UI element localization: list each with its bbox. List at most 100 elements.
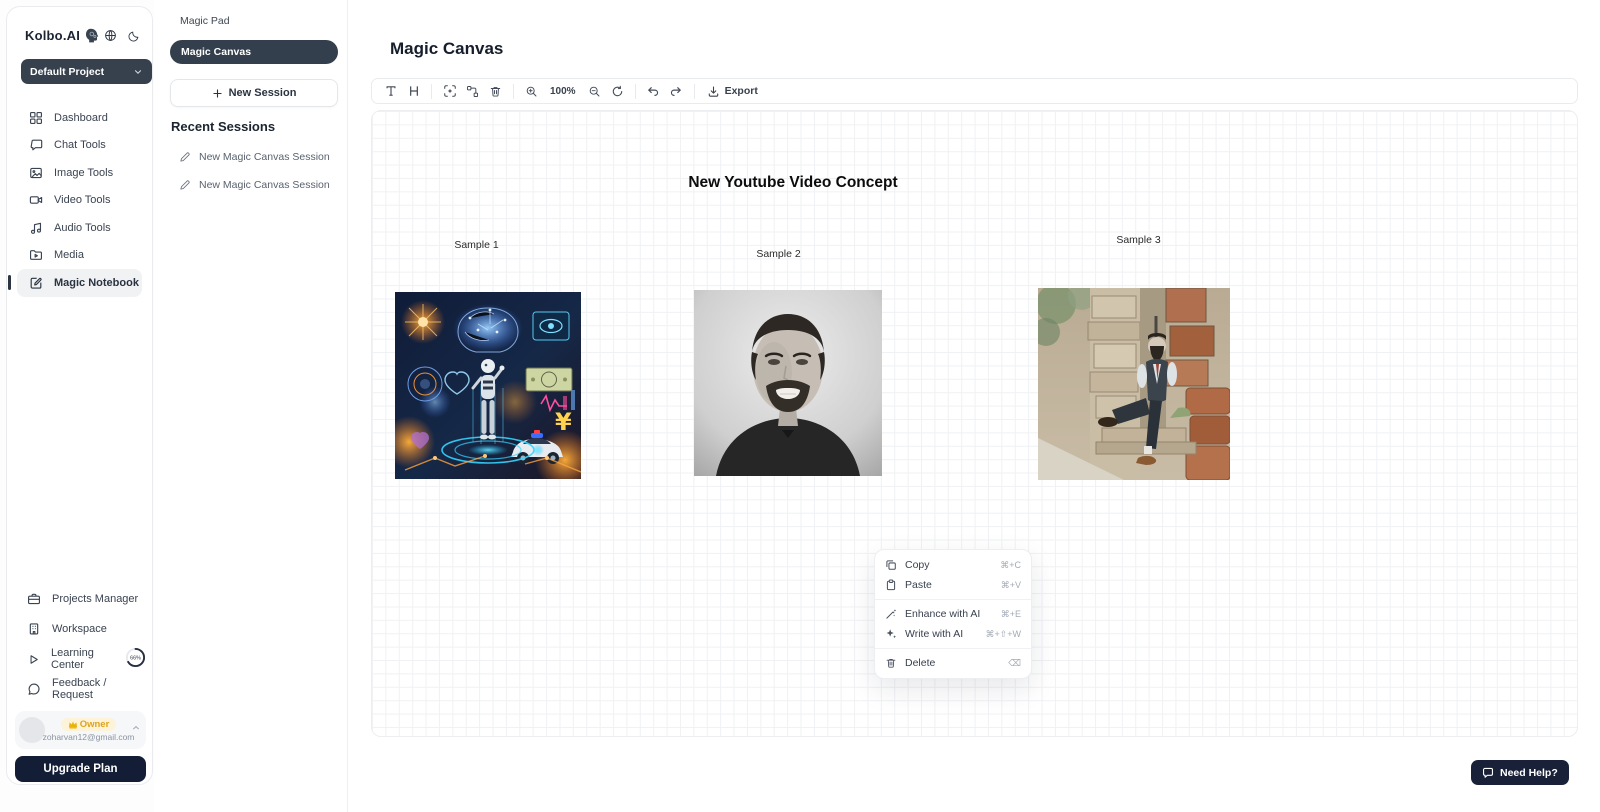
menu-item-shortcut: ⌘+V xyxy=(1001,580,1021,591)
menu-item-label: Paste xyxy=(905,579,932,591)
sessions-panel: Magic Pad Magic Canvas New Session Recen… xyxy=(154,0,348,812)
user-account-card[interactable]: Owner zoharvan12@gmail.com xyxy=(15,711,146,749)
zoom-out-button[interactable] xyxy=(583,80,606,102)
folder-icon xyxy=(29,248,43,262)
nav-label: Magic Notebook xyxy=(54,277,139,289)
help-chat-icon xyxy=(1482,767,1494,779)
menu-divider xyxy=(875,648,1031,649)
magic-notebook-icon xyxy=(29,276,43,290)
nav-label: Learning Center xyxy=(51,647,112,671)
sample-label-2[interactable]: Sample 2 xyxy=(731,248,826,260)
copy-icon xyxy=(885,559,897,571)
nav-label: Projects Manager xyxy=(52,593,138,605)
menu-item-write-with-ai[interactable]: Write with AI ⌘+⇧+W xyxy=(875,624,1031,644)
menu-item-shortcut: ⌘+⇧+W xyxy=(985,629,1021,640)
paste-icon xyxy=(885,579,897,591)
canvas-toolbar: 100% Export xyxy=(371,78,1578,104)
new-session-button[interactable]: New Session xyxy=(170,79,338,107)
tab-magic-canvas-active[interactable]: Magic Canvas xyxy=(170,40,338,64)
canvas-image-portrait[interactable] xyxy=(694,290,882,476)
context-menu: Copy ⌘+C Paste ⌘+V Enhance with AI ⌘+E W… xyxy=(874,549,1032,679)
chevron-expand-icon xyxy=(132,725,140,735)
app-root: Kolbo.AI Default Project Dashboard xyxy=(0,0,1600,812)
recent-sessions-heading: Recent Sessions xyxy=(171,119,275,134)
crown-icon xyxy=(68,720,78,729)
audio-icon xyxy=(29,221,43,235)
nav-label: Media xyxy=(54,249,84,261)
trash-icon xyxy=(885,657,897,669)
brand-head-icon xyxy=(83,27,100,44)
toolbar-divider xyxy=(694,84,695,99)
sidebar-item-dashboard[interactable]: Dashboard xyxy=(17,104,142,132)
reset-view-button[interactable] xyxy=(606,80,629,102)
building-icon xyxy=(27,622,41,636)
dashboard-icon xyxy=(29,111,43,125)
magic-wand-icon xyxy=(885,608,897,620)
zoom-in-button[interactable] xyxy=(520,80,543,102)
menu-divider xyxy=(875,599,1031,600)
menu-item-paste[interactable]: Paste ⌘+V xyxy=(875,575,1031,595)
connector-tool-button[interactable] xyxy=(461,80,484,102)
recent-session-item[interactable]: New Magic Canvas Session xyxy=(179,151,330,163)
menu-item-delete[interactable]: Delete ⌫ xyxy=(875,653,1031,673)
sample-label-3[interactable]: Sample 3 xyxy=(1091,234,1186,246)
sidebar-item-learning-center[interactable]: Learning Center 66% xyxy=(17,644,146,674)
menu-item-label: Write with AI xyxy=(905,628,963,640)
tab-magic-pad[interactable]: Magic Pad xyxy=(180,15,230,27)
sidebar-item-video-tools[interactable]: Video Tools xyxy=(17,187,142,215)
language-globe-icon[interactable] xyxy=(104,29,117,42)
sidebar-item-feedback-request[interactable]: Feedback / Request xyxy=(17,674,146,704)
text-tool-button[interactable] xyxy=(379,80,402,102)
toolbar-divider xyxy=(513,84,514,99)
ai-select-tool-button[interactable] xyxy=(438,80,461,102)
delete-tool-button[interactable] xyxy=(484,80,507,102)
menu-item-enhance-with-ai[interactable]: Enhance with AI ⌘+E xyxy=(875,604,1031,624)
pencil-icon xyxy=(179,151,191,163)
nav-label: Feedback / Request xyxy=(52,677,146,701)
export-button[interactable]: Export xyxy=(701,85,764,98)
nav-label: Dashboard xyxy=(54,112,108,124)
canvas-image-ruins[interactable] xyxy=(1038,288,1230,480)
canvas-image-ai-robot[interactable]: ¥ xyxy=(395,292,581,479)
toolbar-divider xyxy=(635,84,636,99)
logo-row: Kolbo.AI xyxy=(25,27,140,44)
menu-item-shortcut: ⌫ xyxy=(1008,658,1021,669)
play-icon xyxy=(27,653,40,666)
sample-label-1[interactable]: Sample 1 xyxy=(429,239,524,251)
project-selector[interactable]: Default Project xyxy=(21,59,152,84)
svg-text:¥: ¥ xyxy=(555,408,572,436)
pencil-icon xyxy=(179,179,191,191)
sidebar-item-magic-notebook[interactable]: Magic Notebook xyxy=(17,269,142,297)
undo-button[interactable] xyxy=(642,80,665,102)
recent-session-label: New Magic Canvas Session xyxy=(199,151,330,163)
briefcase-icon xyxy=(27,592,41,606)
download-icon xyxy=(707,85,720,98)
zoom-level: 100% xyxy=(543,86,583,97)
recent-session-item[interactable]: New Magic Canvas Session xyxy=(179,179,330,191)
sidebar-item-workspace[interactable]: Workspace xyxy=(17,614,146,644)
new-session-label: New Session xyxy=(229,87,297,99)
nav-label: Audio Tools xyxy=(54,222,111,234)
canvas-heading-text[interactable]: New Youtube Video Concept xyxy=(668,174,918,192)
sidebar-item-chat-tools[interactable]: Chat Tools xyxy=(17,132,142,160)
svg-text:66%: 66% xyxy=(130,656,141,662)
user-email: zoharvan12@gmail.com xyxy=(43,732,135,742)
learning-progress-ring: 66% xyxy=(125,647,146,671)
chevron-down-icon xyxy=(133,67,143,77)
sidebar-item-projects-manager[interactable]: Projects Manager xyxy=(17,584,146,614)
export-label: Export xyxy=(725,85,758,97)
need-help-button[interactable]: Need Help? xyxy=(1471,760,1569,785)
redo-button[interactable] xyxy=(665,80,688,102)
project-selector-label: Default Project xyxy=(30,66,104,78)
image-icon xyxy=(29,166,43,180)
upgrade-plan-button[interactable]: Upgrade Plan xyxy=(15,756,146,782)
brand-logo[interactable]: Kolbo.AI xyxy=(25,28,80,43)
menu-item-copy[interactable]: Copy ⌘+C xyxy=(875,555,1031,575)
sidebar-item-media[interactable]: Media xyxy=(17,242,142,270)
sidebar-item-audio-tools[interactable]: Audio Tools xyxy=(17,214,142,242)
menu-item-shortcut: ⌘+E xyxy=(1001,609,1021,620)
sidebar: Kolbo.AI Default Project Dashboard xyxy=(6,6,153,785)
dark-mode-moon-icon[interactable] xyxy=(128,30,140,42)
sidebar-item-image-tools[interactable]: Image Tools xyxy=(17,159,142,187)
heading-tool-button[interactable] xyxy=(402,80,425,102)
